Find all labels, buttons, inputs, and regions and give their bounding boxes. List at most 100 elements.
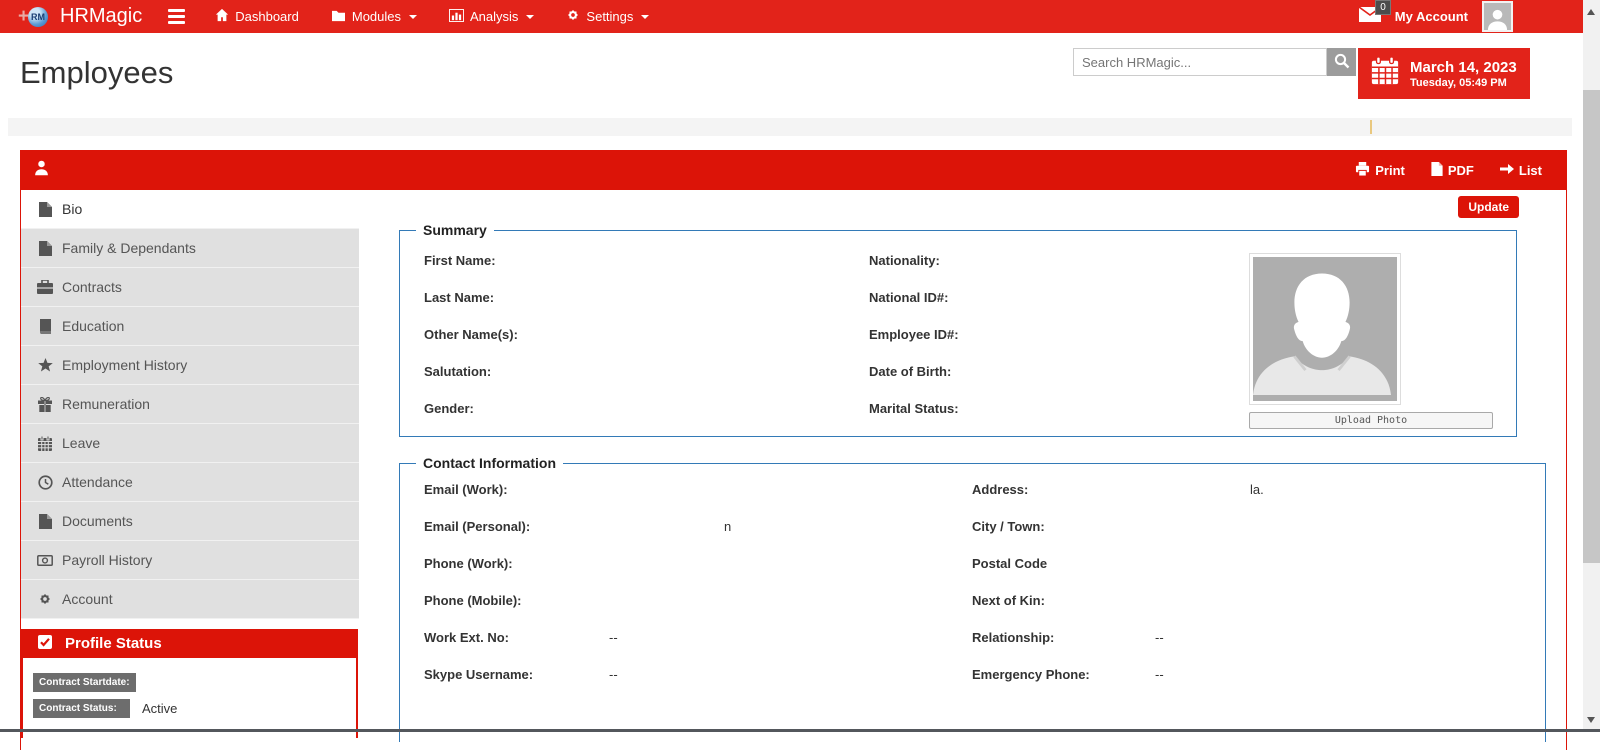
field-label: Other Name(s): [424, 327, 609, 342]
gear-icon [566, 8, 580, 25]
field-label: Emergency Phone: [972, 667, 1155, 682]
file-icon [37, 514, 53, 529]
chevron-down-icon [409, 15, 417, 19]
person-icon [33, 159, 50, 181]
field-label: Gender: [424, 401, 609, 416]
date-widget: March 14, 2023 Tuesday, 05:49 PM [1358, 48, 1530, 99]
field-label: Work Ext. No: [424, 630, 609, 645]
sidebar-item-bio[interactable]: Bio [21, 190, 359, 229]
sidebar-item-documents[interactable]: Documents [21, 502, 359, 541]
field-label: Marital Status: [869, 401, 1054, 416]
contract-startdate-label: Contract Startdate: [33, 673, 136, 692]
pdf-button[interactable]: PDF [1431, 162, 1474, 179]
summary-legend: Summary [416, 222, 494, 238]
field-label: Skype Username: [424, 667, 609, 682]
profile-status-panel: Profile Status Contract Startdate: Contr… [21, 629, 358, 738]
field-label: City / Town: [972, 519, 1155, 534]
sidebar-item-account[interactable]: Account [21, 580, 359, 619]
contract-status-value: Active [142, 701, 177, 716]
search-button[interactable] [1327, 48, 1356, 76]
gift-icon [37, 397, 53, 412]
sidebar-item-family-dependants[interactable]: Family & Dependants [21, 229, 359, 268]
book-icon [37, 319, 53, 334]
sidebar-item-leave[interactable]: Leave [21, 424, 359, 463]
upload-photo-button[interactable]: Upload Photo [1249, 412, 1493, 429]
brand-logo[interactable]: + RM HRMagic [18, 5, 142, 29]
field-label: Phone (Work): [424, 556, 609, 571]
profile-status-header: Profile Status [23, 629, 356, 658]
field-label: Nationality: [869, 253, 1054, 268]
field-label: Address: [972, 482, 1155, 497]
breadcrumb-bar [8, 118, 1572, 136]
hrmagic-logo-icon: + RM [18, 5, 54, 29]
file-icon [37, 202, 53, 217]
page-header: Employees March 14, 2023 Tuesday, 05:49 … [0, 33, 1583, 118]
file-icon [37, 241, 53, 256]
field-label: Email (Personal): [424, 519, 609, 534]
printer-icon [1355, 162, 1370, 179]
brand-name: HRMagic [60, 5, 142, 28]
scroll-down-arrow-icon[interactable] [1587, 717, 1595, 723]
contract-status-label: Contract Status: [33, 699, 130, 718]
sidebar-item-contracts[interactable]: Contracts [21, 268, 359, 307]
field-value: -- [1155, 667, 1164, 682]
search-group [1073, 48, 1356, 76]
update-button[interactable]: Update [1458, 196, 1519, 218]
hamburger-menu-icon[interactable] [168, 9, 185, 24]
scroll-up-arrow-icon[interactable] [1587, 9, 1595, 15]
search-input[interactable] [1073, 48, 1327, 76]
home-icon [215, 8, 229, 25]
time-text: Tuesday, 05:49 PM [1410, 77, 1517, 89]
chevron-down-icon [526, 15, 534, 19]
breadcrumb-marker [1370, 120, 1372, 134]
field-label: Postal Code [972, 556, 1155, 571]
bio-tab-content: Update Summary First Name: Last Name: Ot… [359, 190, 1566, 742]
field-value: -- [1155, 630, 1164, 645]
field-value: la. [1155, 482, 1264, 497]
briefcase-icon [37, 280, 53, 294]
messages-button[interactable]: 0 [1359, 7, 1381, 27]
date-text: March 14, 2023 [1410, 58, 1517, 77]
employee-panel: Print PDF List Bio [20, 150, 1567, 750]
nav-item-analysis[interactable]: Analysis [437, 1, 546, 33]
field-label: Last Name: [424, 290, 609, 305]
user-avatar[interactable] [1482, 1, 1513, 32]
my-account-link[interactable]: My Account [1395, 9, 1468, 24]
sidebar-item-education[interactable]: Education [21, 307, 359, 346]
star-icon [37, 358, 53, 372]
vertical-scrollbar[interactable] [1583, 0, 1600, 732]
money-icon [37, 555, 53, 566]
sidebar-item-remuneration[interactable]: Remuneration [21, 385, 359, 424]
calendar-icon [1370, 56, 1400, 91]
list-button[interactable]: List [1500, 162, 1542, 179]
page-title: Employees [20, 55, 173, 91]
employee-photo [1249, 253, 1401, 405]
chart-icon [449, 9, 464, 25]
photo-placeholder-icon [1253, 257, 1397, 401]
folder-icon [331, 9, 346, 25]
summary-section: Summary First Name: Last Name: Other Nam… [399, 230, 1517, 437]
gear-icon [37, 592, 53, 606]
scrollbar-thumb[interactable] [1583, 90, 1600, 563]
nav-item-modules[interactable]: Modules [319, 1, 429, 33]
employee-sidebar: Bio Family & Dependants Contracts Educat… [21, 190, 359, 742]
contract-startdate-row: Contract Startdate: [33, 673, 356, 692]
pdf-icon [1431, 162, 1443, 179]
field-label: Employee ID#: [869, 327, 1054, 342]
nav-item-dashboard[interactable]: Dashboard [203, 0, 311, 33]
print-button[interactable]: Print [1355, 162, 1405, 179]
employee-panel-header: Print PDF List [21, 150, 1566, 190]
field-label: Salutation: [424, 364, 609, 379]
arrow-right-icon [1500, 163, 1514, 178]
sidebar-item-attendance[interactable]: Attendance [21, 463, 359, 502]
calendar-icon [37, 436, 53, 451]
field-label: Next of Kin: [972, 593, 1155, 608]
field-value: n [609, 519, 731, 534]
sidebar-item-payroll-history[interactable]: Payroll History [21, 541, 359, 580]
sidebar-item-employment-history[interactable]: Employment History [21, 346, 359, 385]
contract-status-row: Contract Status: Active [33, 699, 356, 718]
check-square-icon [37, 634, 53, 654]
contact-information-section: Contact Information Email (Work): Email … [399, 463, 1546, 742]
field-value: -- [609, 667, 618, 682]
nav-item-settings[interactable]: Settings [554, 0, 661, 33]
